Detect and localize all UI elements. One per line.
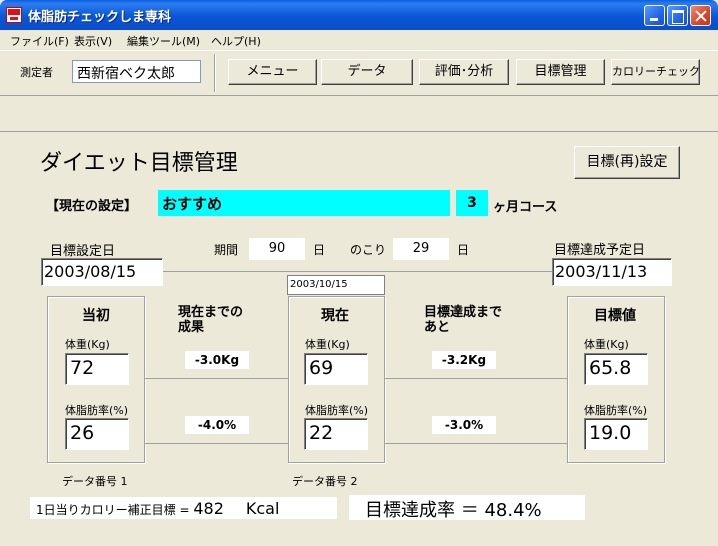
- initial-fat-label: 体脂肪率(%): [65, 404, 129, 417]
- achieved-heading-line2: 成果: [178, 320, 205, 335]
- current-date: 2003/10/15: [287, 275, 385, 295]
- toolbar-separator: [214, 54, 216, 92]
- start-date-label: 目標設定日: [50, 244, 116, 259]
- kcal-label: 1日当りカロリー補正目標 =: [36, 503, 194, 517]
- remaining-heading-line1: 目標達成まで: [424, 305, 503, 320]
- window-title: 体脂肪チェックしま専科: [28, 10, 172, 25]
- operator-label: 測定者: [20, 66, 53, 79]
- initial-weight[interactable]: 72: [65, 353, 129, 385]
- minimize-button[interactable]: [644, 5, 665, 26]
- period-label: 期間: [214, 243, 239, 257]
- menu-edit-tools[interactable]: 編集ツール(M): [127, 33, 200, 49]
- course-suffix: ヶ月コース: [493, 200, 558, 215]
- period-day-unit: 日: [313, 243, 326, 257]
- separator-strip: [0, 96, 718, 132]
- initial-weight-label: 体重(Kg): [65, 338, 110, 351]
- date-timeline: [163, 271, 552, 272]
- current-title: 現在: [321, 308, 349, 324]
- operator-field[interactable]: 西新宿ベク太郎: [72, 60, 201, 83]
- target-date-label: 目標達成予定日: [554, 243, 646, 258]
- menu-view[interactable]: 表示(V): [74, 33, 112, 49]
- initial-title: 当初: [82, 308, 110, 324]
- menu-button[interactable]: メニュー: [228, 59, 317, 85]
- menu-file[interactable]: ファイル(F): [10, 33, 69, 49]
- goal-weight[interactable]: 65.8: [584, 353, 648, 385]
- app-icon: [6, 7, 22, 23]
- connector-line: [145, 443, 288, 444]
- course-months: 3: [456, 190, 488, 216]
- remaining-label: のこり: [350, 243, 387, 257]
- goal-management-button[interactable]: 目標管理: [516, 59, 605, 85]
- achieved-fat: -4.0%: [185, 416, 249, 434]
- page-title: ダイエット目標管理: [40, 151, 238, 176]
- target-date-field[interactable]: 2003/11/13: [552, 258, 672, 286]
- close-button[interactable]: [690, 5, 711, 26]
- reset-goal-button[interactable]: 目標(再)設定: [574, 146, 680, 179]
- remaining-day-unit: 日: [457, 243, 470, 257]
- evaluation-button[interactable]: 評価･分析: [419, 59, 509, 85]
- remaining-value: 29: [393, 238, 449, 260]
- current-weight[interactable]: 69: [304, 353, 368, 385]
- remaining-fat: -3.0%: [432, 416, 496, 434]
- connector-line: [385, 378, 567, 379]
- menu-help[interactable]: ヘルプ(H): [211, 33, 261, 49]
- period-value: 90: [249, 238, 305, 260]
- remaining-weight: -3.2Kg: [432, 351, 496, 369]
- kcal-value: 482: [193, 499, 224, 518]
- current-data-number: データ番号 2: [292, 475, 358, 488]
- connector-line: [385, 443, 567, 444]
- achieved-weight: -3.0Kg: [185, 351, 249, 369]
- current-weight-label: 体重(Kg): [305, 338, 350, 351]
- goal-weight-label: 体重(Kg): [584, 338, 629, 351]
- connector-line: [145, 378, 288, 379]
- daily-calorie-target: 1日当りカロリー補正目標 = 482 Kcal: [30, 497, 337, 519]
- goal-fat[interactable]: 19.0: [584, 418, 648, 450]
- initial-fat[interactable]: 26: [65, 418, 129, 450]
- maximize-button[interactable]: [667, 5, 688, 26]
- initial-data-number: データ番号 1: [62, 475, 128, 488]
- achievement-rate: 目標達成率 ＝ 48.4%: [349, 495, 585, 521]
- current-fat-label: 体脂肪率(%): [305, 404, 369, 417]
- kcal-unit: Kcal: [245, 499, 280, 518]
- course-name: おすすめ: [158, 190, 450, 216]
- start-date-field[interactable]: 2003/08/15: [41, 258, 163, 286]
- current-setting-label: 【現在の設定】: [46, 199, 138, 214]
- goal-fat-label: 体脂肪率(%): [584, 404, 648, 417]
- calorie-check-button[interactable]: カロリーチェック: [611, 59, 700, 85]
- remaining-heading-line2: あと: [424, 320, 451, 335]
- achieved-heading-line1: 現在までの: [178, 305, 244, 320]
- goal-title: 目標値: [594, 308, 636, 324]
- data-button[interactable]: データ: [321, 59, 413, 85]
- current-fat[interactable]: 22: [304, 418, 368, 450]
